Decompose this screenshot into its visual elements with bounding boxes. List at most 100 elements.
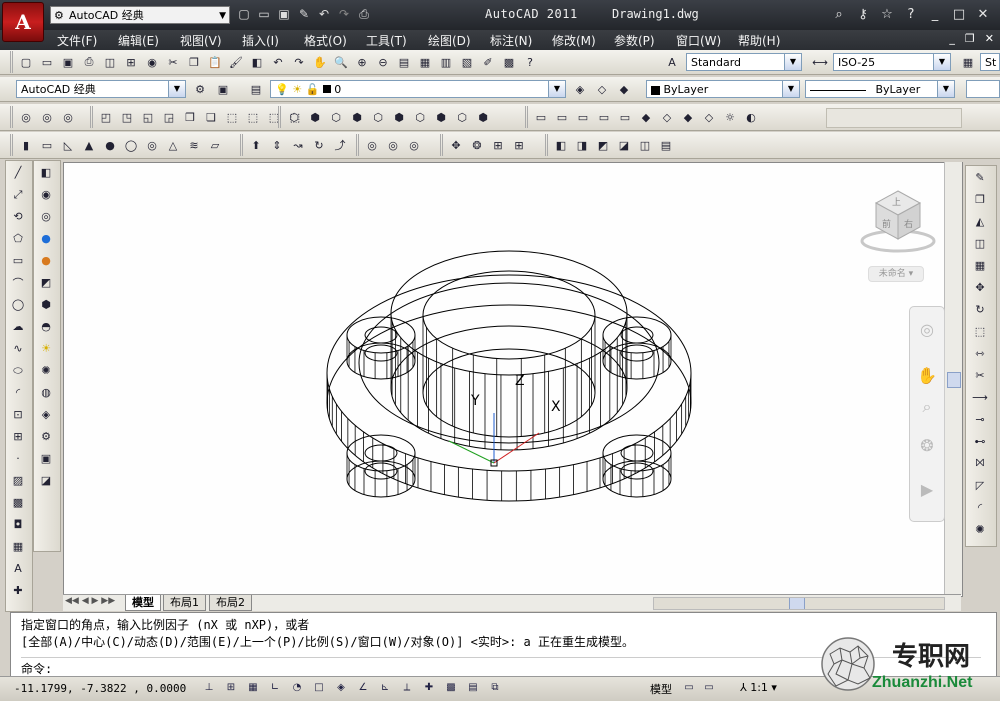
grid-icon[interactable]: ▦ (244, 680, 262, 696)
menu-edit[interactable]: 编辑(E) (118, 32, 159, 49)
render-icon[interactable]: ◉ (34, 184, 58, 205)
tab-layout1[interactable]: 布局1 (163, 595, 206, 611)
mesh-split-icon[interactable]: ◆ (636, 107, 656, 127)
redo-icon[interactable]: ↷ (289, 52, 309, 72)
sheet-set-icon[interactable]: ▧ (457, 52, 477, 72)
table-icon[interactable]: ▦ (6, 536, 30, 557)
chamfer-icon[interactable]: ◸ (966, 474, 994, 496)
menu-file[interactable]: 文件(F) (57, 32, 97, 49)
paste-icon[interactable]: 📋 (205, 52, 225, 72)
dim-style-select[interactable]: ISO-25 ▼ (833, 53, 951, 71)
break-at-point-icon[interactable]: ⊸ (966, 408, 994, 430)
mesh-box-icon[interactable]: ▭ (531, 107, 551, 127)
3d-align-icon[interactable]: ⊞ (488, 135, 508, 155)
offset-icon[interactable]: ◫ (966, 232, 994, 254)
zoom-previous-icon[interactable]: ⊖ (373, 52, 393, 72)
shaded-icon[interactable]: ⬢ (389, 107, 409, 127)
quick-view-drawings-icon[interactable]: ▭ (700, 680, 718, 696)
open-icon[interactable]: ▭ (37, 52, 57, 72)
pan-icon[interactable]: ✋ (917, 365, 937, 385)
annotation-scale[interactable]: ⅄ 1:1 ▾ (740, 681, 777, 694)
teapot-icon[interactable]: ◓ (34, 316, 58, 337)
menu-view[interactable]: 视图(V) (180, 32, 222, 49)
binoculars-icon[interactable]: ⌕ (830, 6, 848, 24)
array-icon[interactable]: ▦ (966, 254, 994, 276)
hidden-icon[interactable]: ⬡ (326, 107, 346, 127)
gear-icon[interactable]: ⚙ (190, 79, 210, 99)
ucs-world-icon[interactable]: ◎ (37, 107, 57, 127)
render-window-icon[interactable]: ▣ (34, 448, 58, 469)
layer-previous-icon[interactable]: ◇ (592, 79, 612, 99)
delete-faces-icon[interactable]: ◪ (614, 135, 634, 155)
pyramid-icon[interactable]: △ (163, 135, 183, 155)
drawing-canvas[interactable]: Z Y X 上 前 右 未命名 ▾ (63, 162, 963, 597)
horizontal-scrollbar[interactable] (653, 597, 945, 610)
region-icon[interactable]: ◘ (6, 514, 30, 535)
ucs-object-icon[interactable]: ◎ (58, 107, 78, 127)
ellipse-arc-icon[interactable]: ◜ (6, 382, 30, 403)
x-ray-icon[interactable]: ⬢ (473, 107, 493, 127)
osnap-icon[interactable]: □ (310, 680, 328, 696)
workspace-switcher[interactable]: ⚙ AutoCAD 经典 ▼ (50, 6, 230, 24)
workspace-settings-icon[interactable]: ▣ (213, 79, 233, 99)
dim-style-icon[interactable]: ⟷ (810, 52, 830, 72)
menu-format[interactable]: 格式(O) (304, 32, 347, 49)
rotate-icon[interactable]: ↻ (966, 298, 994, 320)
ducs-icon[interactable]: ⊾ (376, 680, 394, 696)
doc-restore-button[interactable]: ❐ (965, 32, 975, 45)
menu-insert[interactable]: 插入(I) (242, 32, 279, 49)
design-center-icon[interactable]: ▦ (415, 52, 435, 72)
tab-model[interactable]: 模型 (125, 595, 161, 611)
menu-parametric[interactable]: 参数(P) (614, 32, 655, 49)
undo-icon[interactable]: ↶ (268, 52, 288, 72)
block-editor-icon[interactable]: ◧ (247, 52, 267, 72)
menu-window[interactable]: 窗口(W) (676, 32, 721, 49)
mirror-icon[interactable]: ◭ (966, 210, 994, 232)
arc-icon[interactable]: ⌒ (6, 272, 30, 293)
save-icon[interactable]: ▣ (58, 52, 78, 72)
plot-icon[interactable]: ⎙ (79, 52, 99, 72)
layer-select[interactable]: 💡 ☀ 🔓 0 ▼ (270, 80, 566, 98)
menu-tools[interactable]: 工具(T) (366, 32, 407, 49)
maximize-button[interactable]: □ (950, 6, 968, 24)
polar-icon[interactable]: ◔ (288, 680, 306, 696)
key-icon[interactable]: ⚷ (854, 6, 872, 24)
pan-icon[interactable]: ✋ (310, 52, 330, 72)
material-map-icon[interactable]: ● (34, 250, 58, 271)
view-bottom-icon[interactable]: ◳ (117, 107, 137, 127)
view-left-icon[interactable]: ◱ (138, 107, 158, 127)
intersect-icon[interactable]: ◎ (404, 135, 424, 155)
quick-view-layouts-icon[interactable]: ▭ (680, 680, 698, 696)
close-button[interactable]: ✕ (974, 6, 992, 24)
transparency-icon[interactable]: ▩ (442, 680, 460, 696)
text-style-icon[interactable]: A (662, 52, 682, 72)
orbit-icon[interactable]: ❂ (917, 435, 937, 455)
print-icon[interactable]: ⎙ (356, 6, 372, 22)
sweep-icon[interactable]: ↝ (288, 135, 308, 155)
lineweight-select[interactable] (966, 80, 1000, 98)
join-icon[interactable]: ⨝ (966, 452, 994, 474)
polygon-icon[interactable]: ⬠ (6, 228, 30, 249)
se-iso-icon[interactable]: ⬚ (243, 107, 263, 127)
help-icon[interactable]: ? (902, 6, 920, 24)
view-top-icon[interactable]: ◰ (96, 107, 116, 127)
3d-move-icon[interactable]: ✥ (446, 135, 466, 155)
torus-icon[interactable]: ◎ (142, 135, 162, 155)
shaded-edges-icon[interactable]: ⬡ (410, 107, 430, 127)
viewcube[interactable]: 上 前 右 (860, 183, 940, 273)
spline-icon[interactable]: ∿ (6, 338, 30, 359)
trim-icon[interactable]: ✂ (966, 364, 994, 386)
otrack-icon[interactable]: ∠ (354, 680, 372, 696)
wedge-icon[interactable]: ◺ (58, 135, 78, 155)
menu-draw[interactable]: 绘图(D) (428, 32, 471, 49)
layer-properties-icon[interactable]: ▤ (246, 79, 266, 99)
construction-line-icon[interactable]: ⤢ (6, 184, 30, 205)
wireframe-3d-icon[interactable]: ⬢ (305, 107, 325, 127)
sphere-icon[interactable]: ● (100, 135, 120, 155)
table-style-select[interactable]: St (980, 53, 1000, 71)
copy-object-icon[interactable]: ❐ (966, 188, 994, 210)
erase-icon[interactable]: ✎ (966, 166, 994, 188)
realistic-icon[interactable]: ⬢ (347, 107, 367, 127)
materials-icon[interactable]: ◐ (741, 107, 761, 127)
cylinder-icon[interactable]: ◯ (121, 135, 141, 155)
